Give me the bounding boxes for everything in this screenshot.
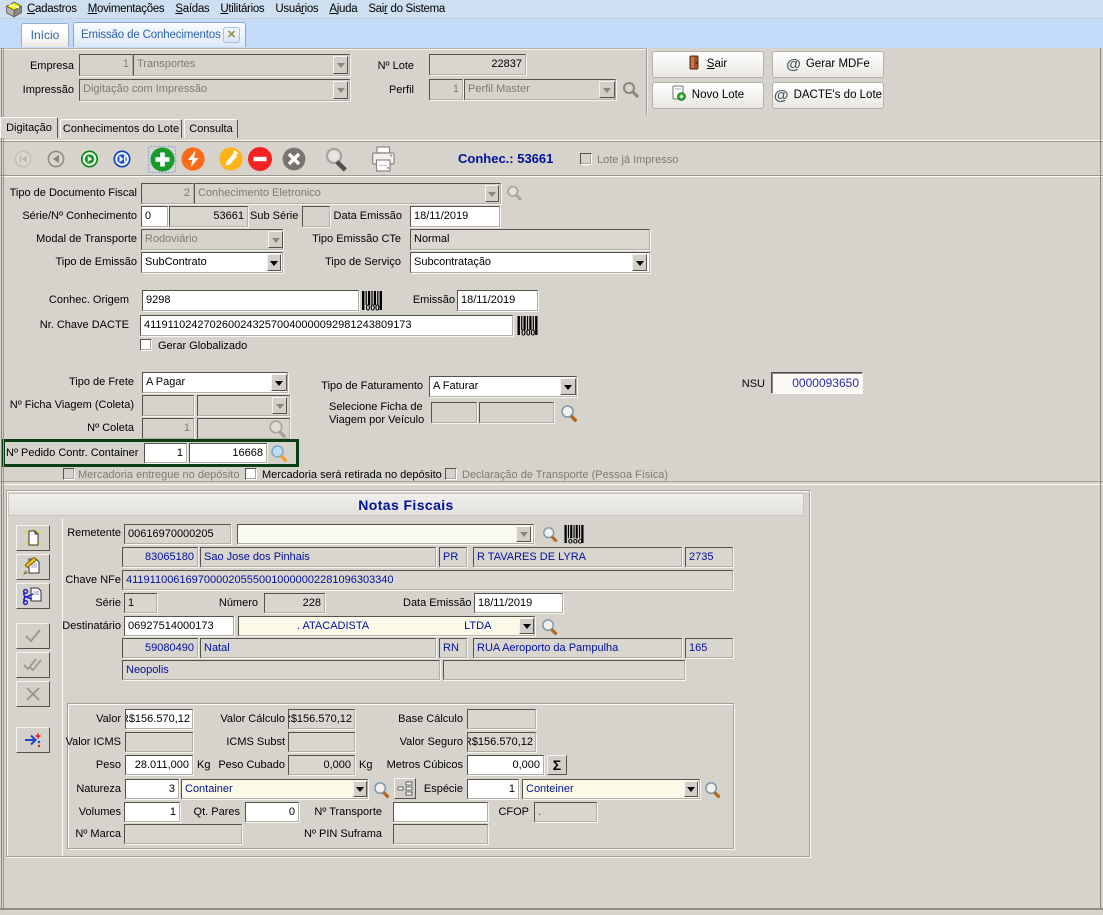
svg-text:ooo: ooo xyxy=(568,537,583,544)
svg-text:000: 000 xyxy=(366,303,380,312)
svg-text:000: 000 xyxy=(521,328,535,337)
